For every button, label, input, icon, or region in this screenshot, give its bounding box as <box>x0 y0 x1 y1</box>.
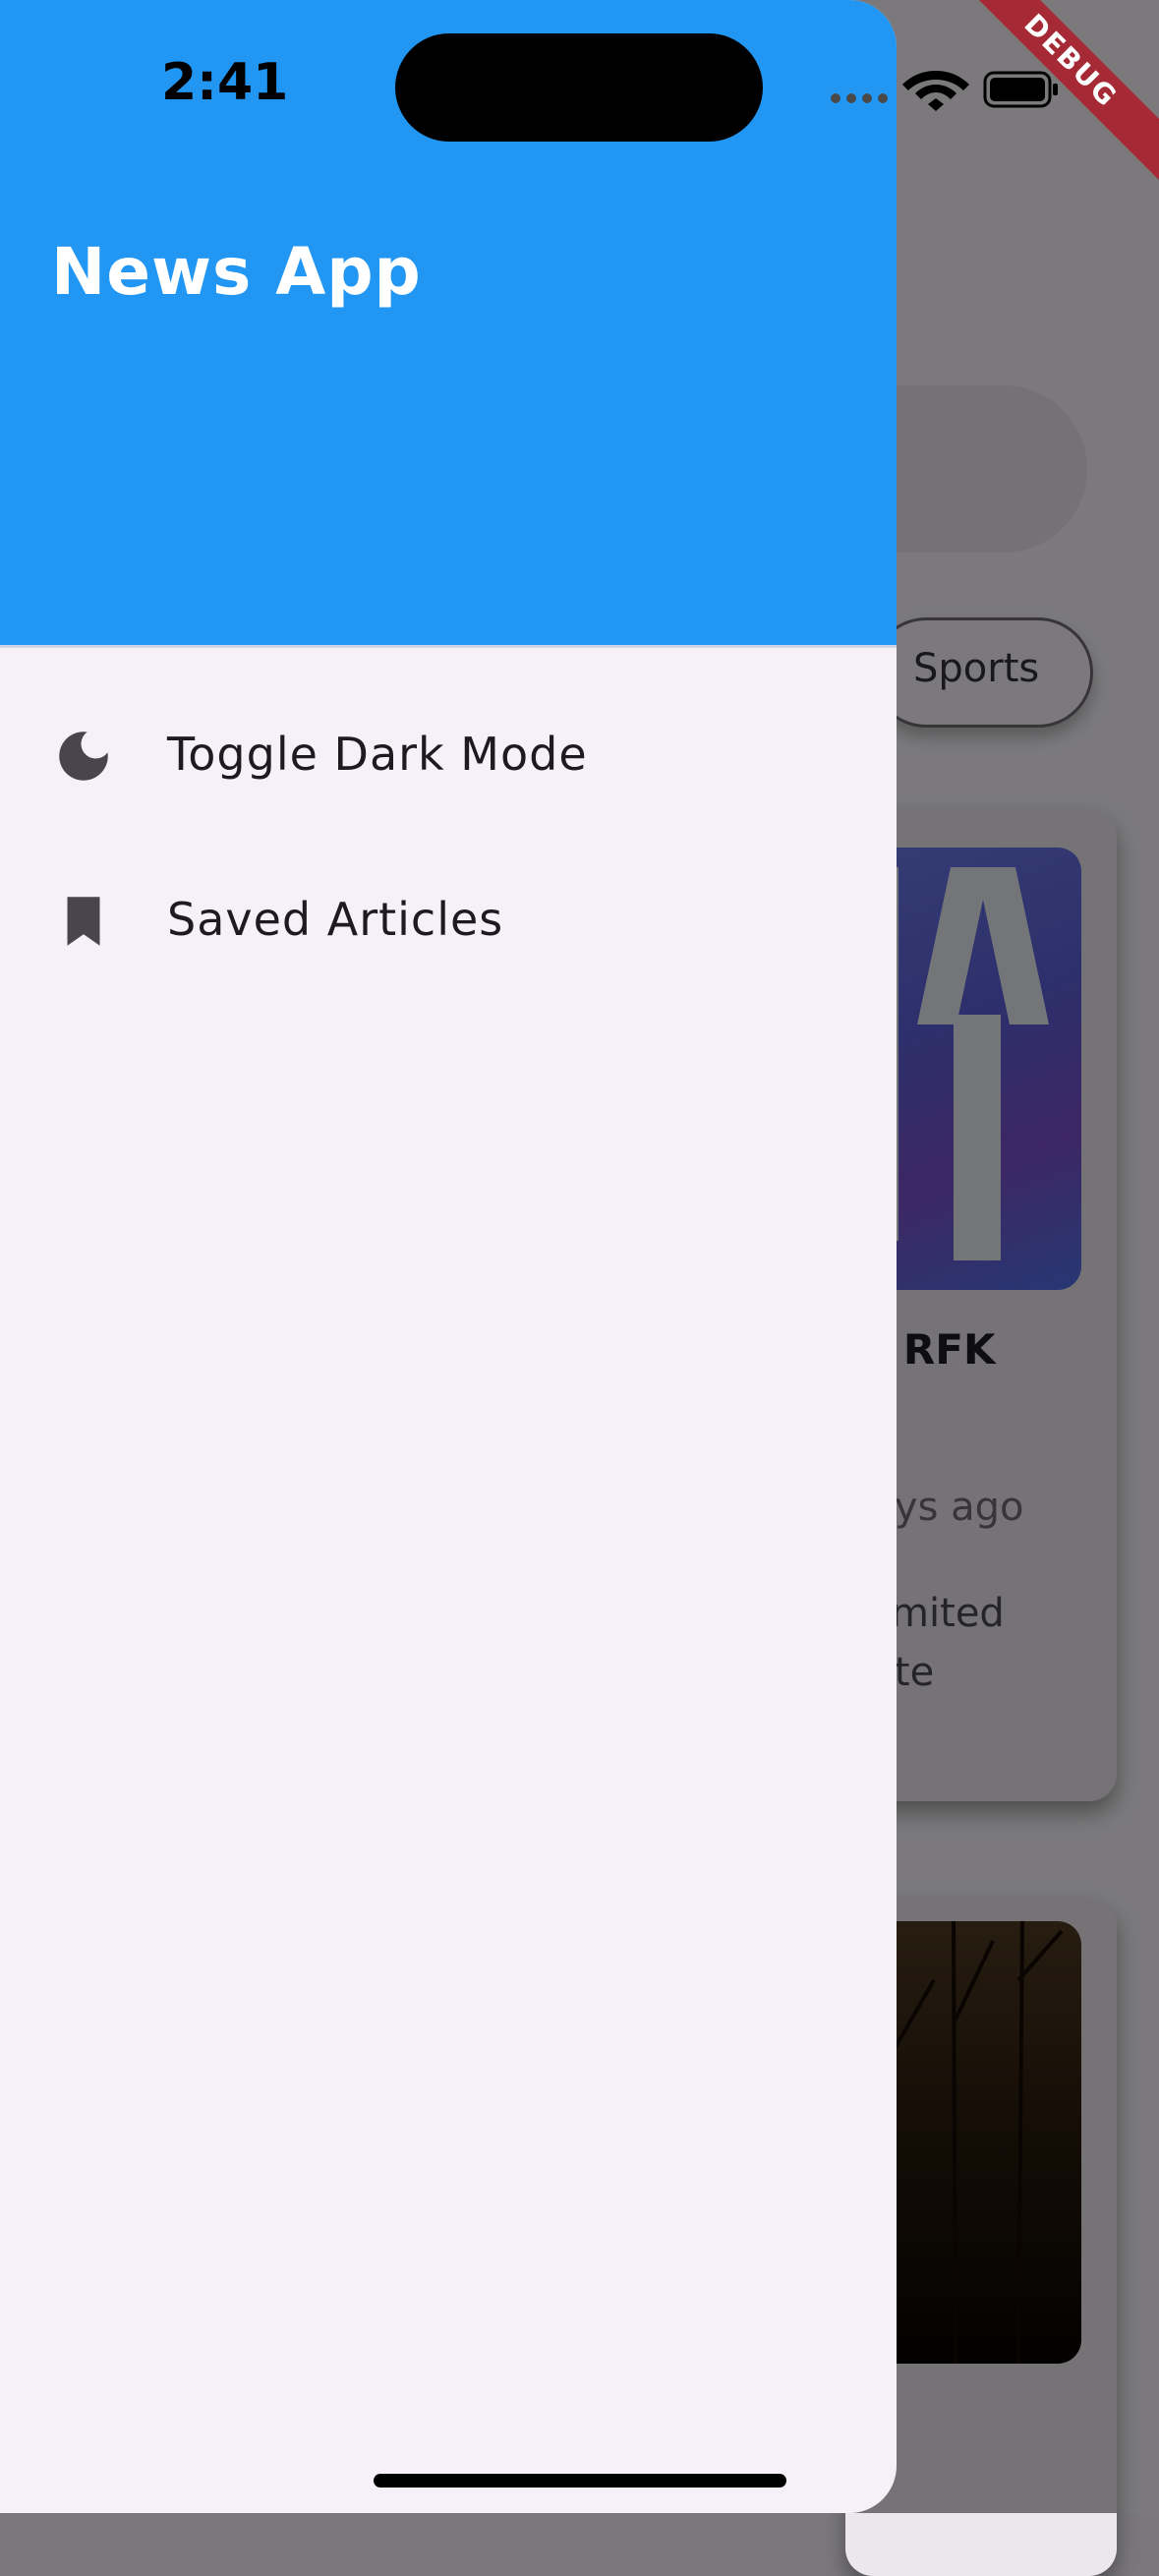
status-icons <box>831 71 1058 111</box>
bookmark-icon <box>67 897 100 946</box>
moon-icon <box>59 732 108 781</box>
drawer-item-label: Toggle Dark Mode <box>167 728 588 781</box>
drawer-item-toggle-dark-mode[interactable]: Toggle Dark Mode <box>0 682 897 830</box>
drawer-item-saved-articles[interactable]: Saved Articles <box>0 848 897 995</box>
signal-dots-icon <box>831 93 888 103</box>
navigation-drawer: News App Toggle Dark Mode Saved Articles <box>0 0 897 2513</box>
dynamic-island <box>395 33 763 142</box>
wifi-icon <box>902 71 969 111</box>
home-indicator[interactable] <box>374 2474 786 2488</box>
status-time: 2:41 <box>161 53 289 112</box>
battery-icon <box>983 71 1058 108</box>
drawer-title: News App <box>51 234 422 310</box>
drawer-item-label: Saved Articles <box>167 893 504 946</box>
